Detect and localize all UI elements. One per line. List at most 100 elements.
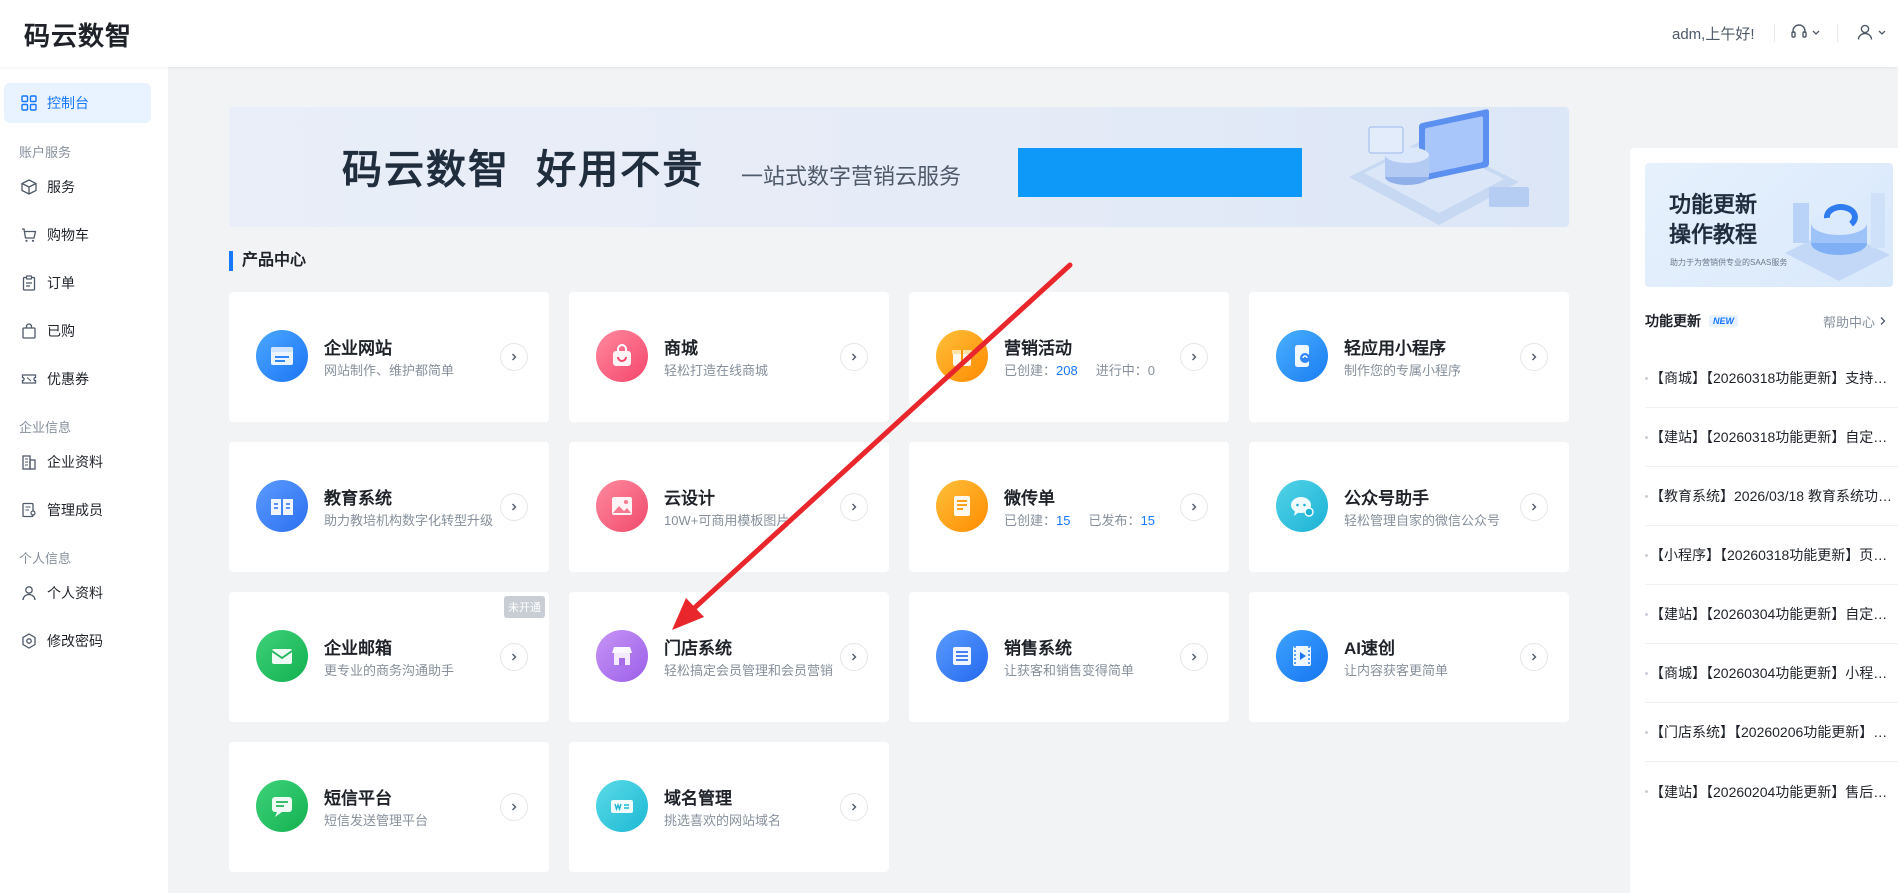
update-item-text: 【小程序】【20260318功能更新】页面装修优化 <box>1650 547 1898 563</box>
update-item[interactable]: 【商城】【20260318功能更新】支持商品多规格设置 <box>1645 349 1898 408</box>
sidebar-item-cart[interactable]: 购物车 <box>4 215 151 255</box>
product-card-education[interactable]: 教育系统 助力教培机构数字化转型升级 <box>229 442 549 572</box>
product-card-sms[interactable]: 短信平台 短信发送管理平台 <box>229 742 549 872</box>
bullet <box>1645 612 1648 616</box>
chevron-right-icon[interactable] <box>500 643 528 671</box>
product-name: 公众号助手 <box>1344 489 1429 508</box>
update-item[interactable]: 【门店系统】【20260206功能更新】会员营销 <box>1645 703 1898 762</box>
bullet <box>1645 494 1648 498</box>
product-card-mall[interactable]: 商城 轻松打造在线商城 <box>569 292 889 422</box>
product-card-sales-system[interactable]: 销售系统 让获客和销售变得简单 <box>909 592 1229 722</box>
update-item-text: 【商城】【20260318功能更新】支持商品多规格设置 <box>1650 370 1898 386</box>
website-icon <box>256 330 308 382</box>
product-desc: 让获客和销售变得简单 <box>1004 663 1135 678</box>
chevron-right-icon[interactable] <box>1520 643 1548 671</box>
product-name: 销售系统 <box>1004 639 1072 658</box>
sidebar-item-coupons[interactable]: 优惠券 <box>4 359 151 399</box>
chevron-right-icon[interactable] <box>1180 493 1208 521</box>
store-icon <box>596 630 648 682</box>
user-icon <box>1856 23 1874 44</box>
update-item[interactable]: 【建站】【20260304功能更新】自定义表单升级 <box>1645 585 1898 644</box>
chevron-right-icon[interactable] <box>500 493 528 521</box>
chevron-right-icon[interactable] <box>840 493 868 521</box>
product-name: 营销活动 <box>1004 339 1072 358</box>
sidebar-item-service[interactable]: 服务 <box>4 167 151 207</box>
updates-title: 功能更新 <box>1645 313 1701 329</box>
chevron-right-icon[interactable] <box>1520 493 1548 521</box>
product-desc: 助力教培机构数字化转型升级 <box>324 513 494 528</box>
stat-label: 进行中：0 <box>1095 363 1156 378</box>
sidebar-group-label: 企业信息 <box>19 420 72 435</box>
tutorial-banner[interactable]: 功能更新 操作教程 助力于为营销供专业的SAAS服务 <box>1645 163 1893 287</box>
chevron-right-icon[interactable] <box>840 793 868 821</box>
mini-program-icon <box>1276 330 1328 382</box>
product-desc: 轻松管理自家的微信公众号 <box>1344 513 1501 528</box>
product-name: 企业邮箱 <box>324 639 392 658</box>
wechat-icon <box>1276 480 1328 532</box>
chevron-right-icon[interactable] <box>500 793 528 821</box>
flyer-icon <box>936 480 988 532</box>
sidebar-item-orders[interactable]: 订单 <box>4 263 151 303</box>
stat-label: 已创建： <box>1004 363 1057 378</box>
promo-banner[interactable]: 码云数智 好用不贵 一站式数字营销云服务 <box>229 107 1569 227</box>
product-card-mini-program[interactable]: 轻应用小程序 制作您的专属小程序 <box>1249 292 1569 422</box>
update-item[interactable]: 【教育系统】2026/03/18 教育系统功能更新 <box>1645 467 1898 526</box>
product-card-website[interactable]: 企业网站 网站制作、维护都简单 <box>229 292 549 422</box>
chevron-right-icon[interactable] <box>1180 643 1208 671</box>
sidebar-group-label: 账户服务 <box>19 145 72 160</box>
user-menu[interactable] <box>1856 20 1887 46</box>
sidebar-item-dashboard[interactable]: 控制台 <box>4 83 151 123</box>
chevron-right-icon <box>1879 314 1887 329</box>
cart-icon <box>20 226 38 244</box>
new-badge: NEW <box>1709 315 1738 327</box>
product-card-flyer[interactable]: 微传单 已创建：15 已发布：15 <box>909 442 1229 572</box>
sidebar-item-label: 已购 <box>47 323 75 339</box>
chevron-right-icon[interactable] <box>840 643 868 671</box>
product-card-marketing[interactable]: 营销活动 已创建：208 进行中：0 <box>909 292 1229 422</box>
product-card-wechat-assistant[interactable]: 公众号助手 轻松管理自家的微信公众号 <box>1249 442 1569 572</box>
product-card-store-system[interactable]: 门店系统 轻松搞定会员管理和会员营销 <box>569 592 889 722</box>
product-desc: 挑选喜欢的网站域名 <box>664 813 782 828</box>
sidebar-item-company-profile[interactable]: 企业资料 <box>4 442 151 482</box>
stat-value: 208 <box>1056 363 1078 378</box>
help-center-link[interactable]: 帮助中心 <box>1823 312 1887 331</box>
tutorial-banner-title: 功能更新 操作教程 <box>1669 192 1758 247</box>
update-item[interactable]: 【建站】【20260318功能更新】自定义模块升级 <box>1645 408 1898 467</box>
update-item-text: 【建站】【20260204功能更新】售后服务优化 <box>1650 783 1898 800</box>
clipboard-icon <box>20 274 38 292</box>
product-card-email[interactable]: 未开通 企业邮箱 更专业的商务沟通助手 <box>229 592 549 722</box>
headset-icon <box>1790 23 1808 44</box>
support-menu[interactable] <box>1790 20 1821 46</box>
shopping-bag-icon <box>596 330 648 382</box>
top-bar: 码云数智 adm,上午好! <box>0 0 1898 67</box>
sidebar-item-label: 企业资料 <box>47 454 103 470</box>
update-item[interactable]: 【小程序】【20260318功能更新】页面装修优化 <box>1645 526 1898 585</box>
tutorial-banner-subtitle: 助力于为营销供专业的SAAS服务 <box>1670 258 1788 267</box>
chevron-right-icon[interactable] <box>840 343 868 371</box>
update-item[interactable]: 【商城】【20260304功能更新】小程序商城优化 <box>1645 644 1898 703</box>
person-icon <box>20 584 38 602</box>
bullet <box>1645 671 1648 675</box>
brand-logo[interactable]: 码云数智 <box>24 16 132 53</box>
bullet <box>1645 790 1648 793</box>
banner-cta-button[interactable] <box>1018 148 1302 197</box>
update-item-text: 【建站】【20260304功能更新】自定义表单升级 <box>1650 606 1898 622</box>
product-card-ai-create[interactable]: AI速创 让内容获客更简单 <box>1249 592 1569 722</box>
mail-icon <box>256 630 308 682</box>
building-icon <box>20 453 38 471</box>
sidebar-item-members[interactable]: 管理成员 <box>4 490 151 530</box>
product-card-cloud-design[interactable]: 云设计 10W+可商用模板图片 <box>569 442 889 572</box>
chevron-right-icon[interactable] <box>1180 343 1208 371</box>
sidebar-item-personal-profile[interactable]: 个人资料 <box>4 573 151 613</box>
sidebar-item-purchased[interactable]: 已购 <box>4 311 151 351</box>
divider <box>1837 24 1838 42</box>
product-card-domain[interactable]: 域名管理 挑选喜欢的网站域名 <box>569 742 889 872</box>
update-item-text: 【建站】【20260318功能更新】自定义模块升级 <box>1650 429 1898 445</box>
chevron-right-icon[interactable] <box>500 343 528 371</box>
divider <box>1774 24 1775 42</box>
dashboard-icon <box>20 94 38 112</box>
sidebar-item-change-password[interactable]: 修改密码 <box>4 621 151 661</box>
chevron-right-icon[interactable] <box>1520 343 1548 371</box>
update-item[interactable]: 【建站】【20260204功能更新】售后服务优化 <box>1645 762 1898 821</box>
server-illustration <box>1349 109 1529 225</box>
